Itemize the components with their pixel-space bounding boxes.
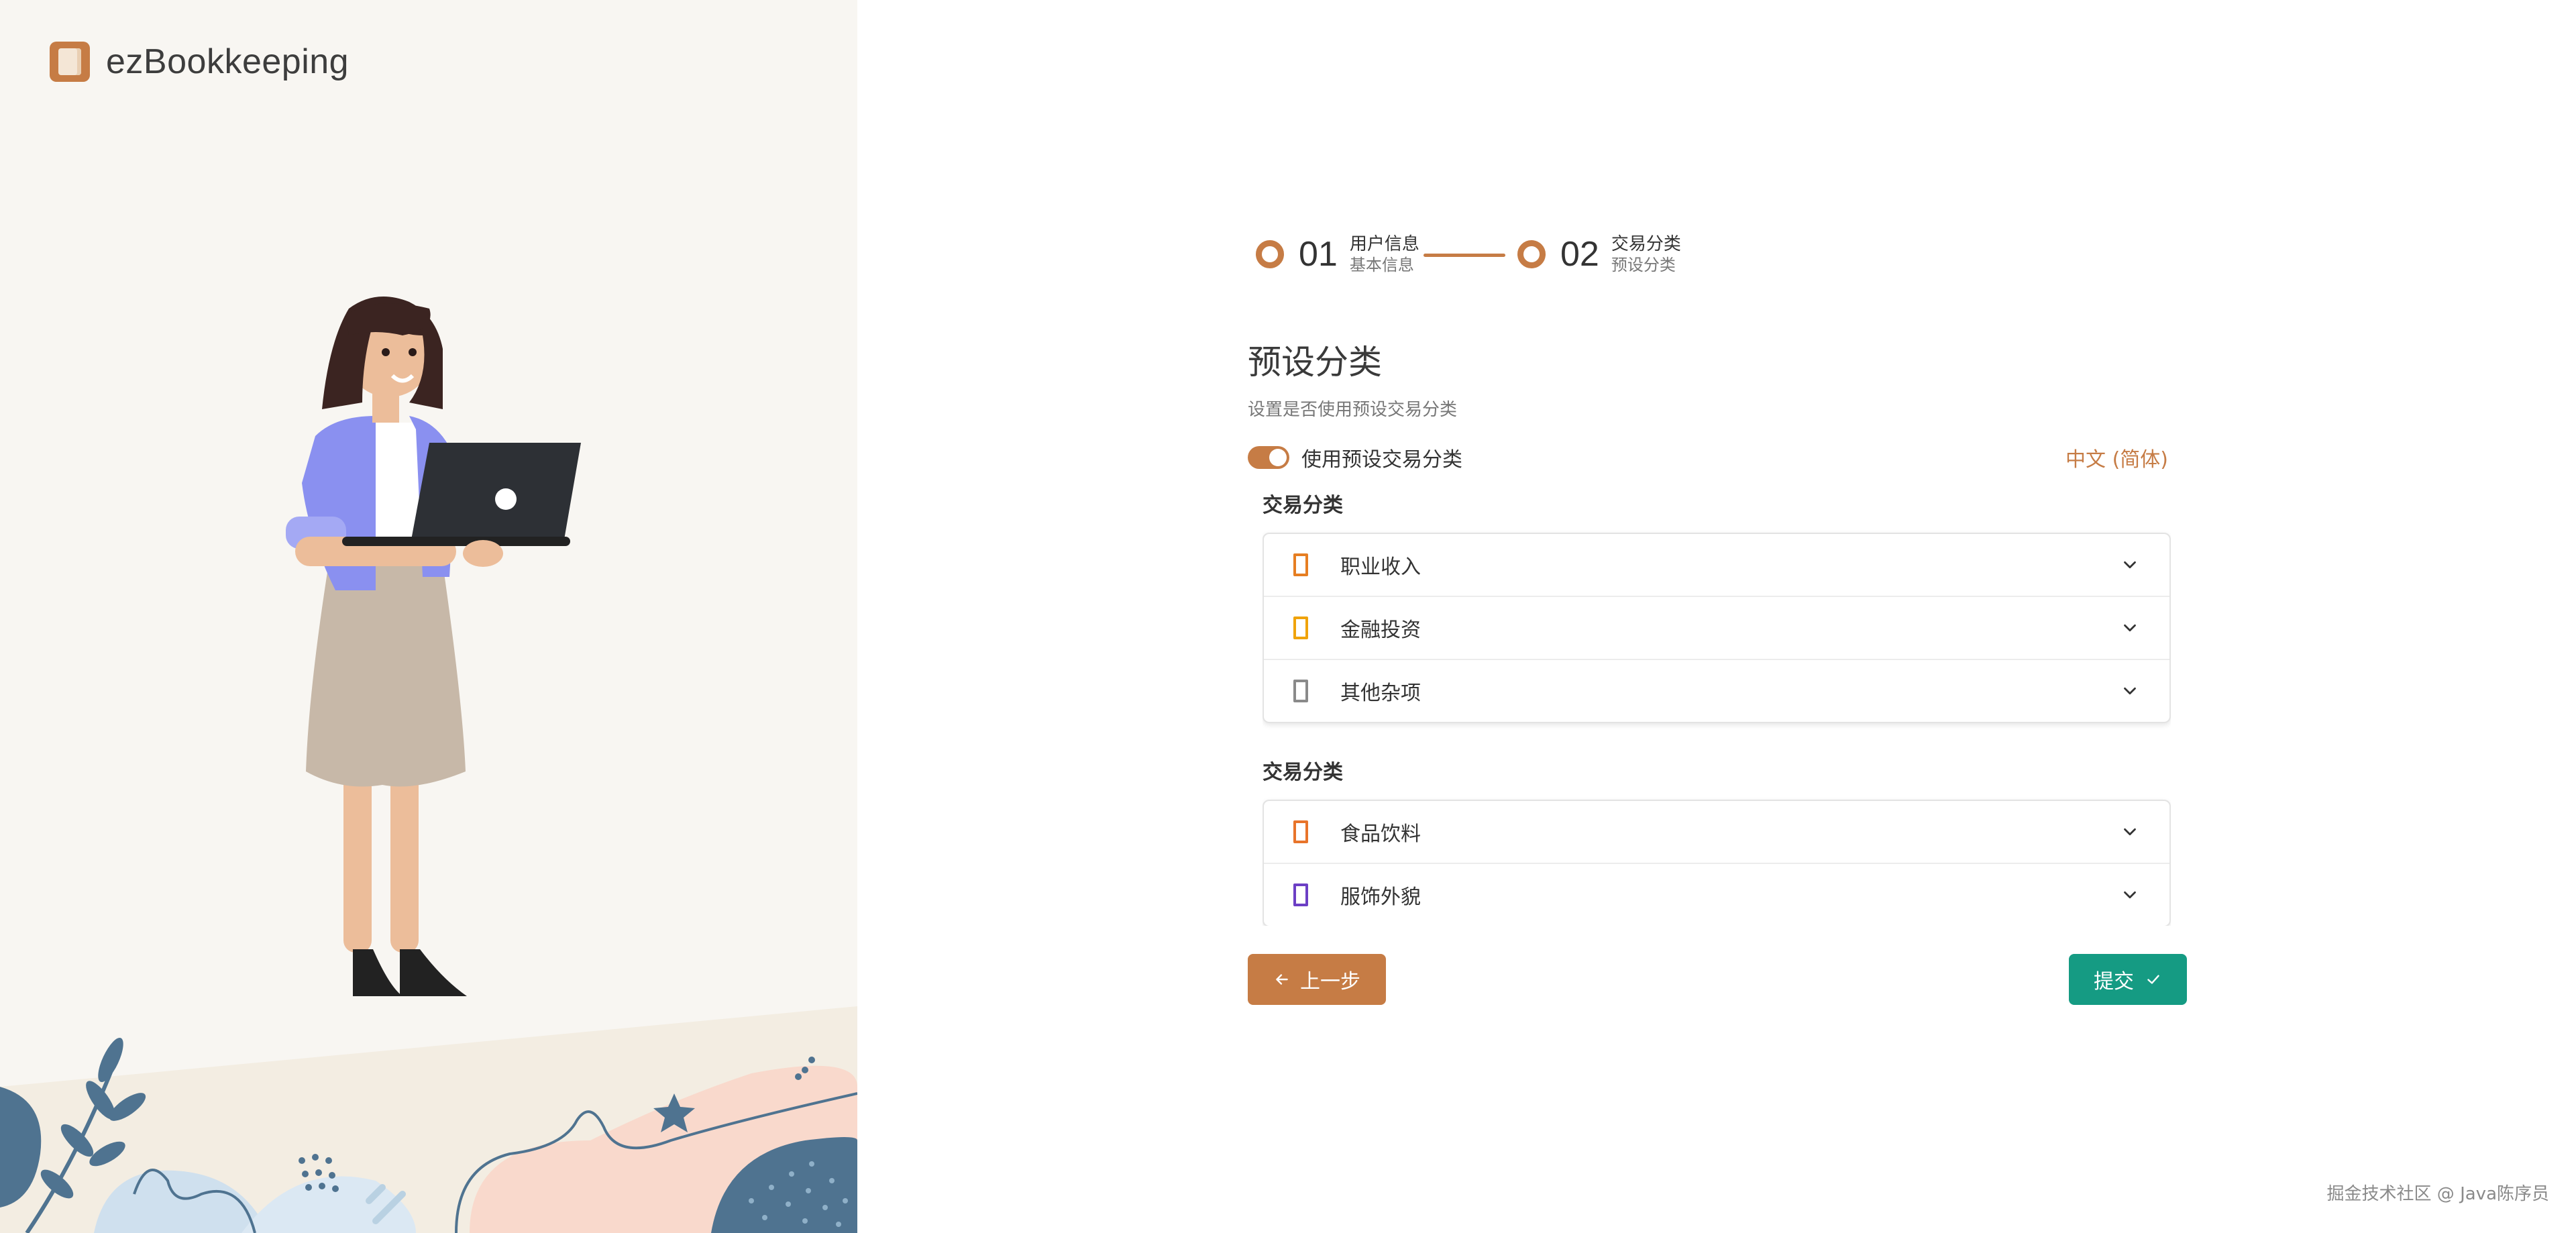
- step-2[interactable]: 02 交易分类 预设分类: [1517, 233, 1681, 275]
- category-icon: [1293, 883, 1308, 906]
- category-list-scroll[interactable]: 交易分类 职业收入 金融投资 其他杂项 交易分类 食品饮料 服饰外貌: [1263, 490, 2171, 926]
- category-card-expense: 食品饮料 服饰外貌: [1263, 800, 2171, 926]
- chevron-down-icon[interactable]: [2120, 681, 2140, 701]
- left-panel: ezBookkeeping: [0, 0, 857, 1233]
- category-item[interactable]: 金融投资: [1264, 597, 2169, 660]
- category-label: 职业收入: [1340, 555, 1421, 579]
- category-label: 金融投资: [1340, 619, 1421, 642]
- step-1-number: 01: [1299, 235, 1338, 274]
- category-item[interactable]: 食品饮料: [1264, 801, 2169, 864]
- category-item[interactable]: 服饰外貌: [1264, 864, 2169, 926]
- category-icon: [1293, 820, 1308, 843]
- step-2-indicator: [1517, 240, 1546, 268]
- step-2-subtitle: 预设分类: [1611, 256, 1676, 274]
- chevron-down-icon[interactable]: [2120, 822, 2140, 842]
- chevron-down-icon[interactable]: [2120, 618, 2140, 638]
- category-label: 服饰外貌: [1340, 886, 1421, 909]
- category-icon: [1293, 616, 1308, 639]
- category-label: 食品饮料: [1340, 822, 1421, 846]
- step-2-number: 02: [1560, 235, 1599, 274]
- page-description: 设置是否使用预设交易分类: [1248, 400, 1458, 420]
- category-icon: [1293, 680, 1308, 702]
- watermark: 掘金技术社区 @ Java陈序员: [2326, 1184, 2549, 1204]
- page-title: 预设分类: [1248, 343, 1382, 382]
- submit-button[interactable]: 提交: [2069, 954, 2187, 1005]
- section-title-income: 交易分类: [1263, 494, 1343, 517]
- previous-step-button[interactable]: 上一步: [1248, 954, 1386, 1005]
- chevron-down-icon[interactable]: [2120, 885, 2140, 905]
- use-preset-categories-toggle[interactable]: [1248, 446, 1289, 469]
- preset-toggle-row: 使用预设交易分类 中文 (简体): [1248, 441, 2168, 474]
- setup-wizard: 01 用户信息 基本信息 02 交易分类 预设分类 预设分类 设置是否使用预设交…: [1248, 228, 2187, 1005]
- stepper: 01 用户信息 基本信息 02 交易分类 预设分类: [1248, 228, 2187, 282]
- category-item[interactable]: 其他杂项: [1264, 660, 2169, 722]
- category-label: 其他杂项: [1340, 682, 1421, 705]
- toggle-label: 使用预设交易分类: [1301, 448, 1462, 472]
- step-1-title: 用户信息: [1349, 234, 1419, 254]
- previous-step-label: 上一步: [1300, 970, 1360, 994]
- category-item[interactable]: 职业收入: [1264, 534, 2169, 597]
- step-1-subtitle: 基本信息: [1349, 256, 1414, 274]
- check-icon: [2147, 975, 2159, 984]
- step-2-title: 交易分类: [1611, 234, 1681, 254]
- brand[interactable]: ezBookkeeping: [50, 42, 349, 82]
- category-icon: [1293, 553, 1308, 576]
- step-1-indicator: [1256, 240, 1284, 268]
- chevron-down-icon[interactable]: [2120, 555, 2140, 575]
- section-title-expense: 交易分类: [1263, 761, 1343, 784]
- category-card-income: 职业收入 金融投资 其他杂项: [1263, 533, 2171, 723]
- submit-label: 提交: [2094, 970, 2134, 994]
- step-1[interactable]: 01 用户信息 基本信息: [1256, 233, 1419, 275]
- arrow-left-icon: [1276, 974, 1288, 985]
- toggle-knob: [1269, 449, 1287, 466]
- step-connector: [1424, 254, 1505, 257]
- woman-with-laptop-illustration: [0, 297, 857, 1233]
- language-selector[interactable]: 中文 (简体): [2065, 443, 2168, 472]
- book-icon: [50, 42, 90, 82]
- brand-name: ezBookkeeping: [106, 42, 350, 81]
